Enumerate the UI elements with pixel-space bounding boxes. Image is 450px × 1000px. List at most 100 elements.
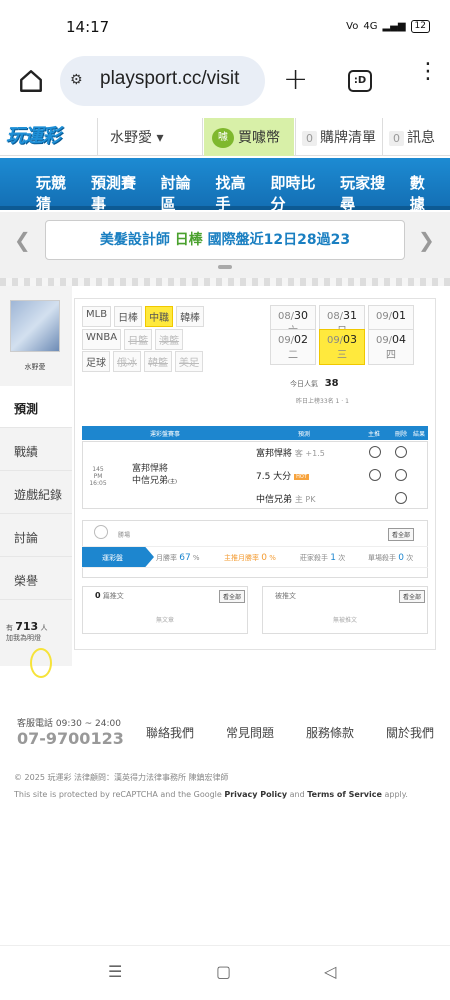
status-bar: 14:17 Vo 4G ▂▄▆ 12	[0, 0, 450, 52]
nav-item[interactable]: 數據	[410, 172, 439, 214]
user-dropdown[interactable]: 水野愛 ▾	[97, 118, 203, 156]
stat-label: 月勝率	[156, 554, 177, 562]
league-tag-active[interactable]: 中職	[145, 306, 174, 327]
empty-state: 無被推文	[332, 617, 357, 624]
recents-icon[interactable]: ☰	[108, 962, 122, 981]
privacy-link[interactable]: Privacy Policy	[224, 790, 287, 799]
nav-item[interactable]: 預測賽事	[91, 172, 150, 214]
date-day: 02	[294, 333, 309, 346]
nav-item[interactable]: 討論區	[161, 172, 205, 214]
home-button-icon[interactable]: ▢	[216, 962, 231, 981]
lightbulb-icon[interactable]	[30, 648, 52, 678]
cart-button[interactable]: 0 購牌清單	[295, 118, 381, 156]
stat-value: 67	[179, 553, 191, 563]
delete-radio[interactable]	[395, 446, 407, 458]
pick-spread: 主 PK	[294, 495, 316, 504]
banner-suffix: 國際盤近12日28過23	[207, 232, 351, 248]
stat-unit: %	[192, 554, 200, 562]
home-team: 富邦悍將	[132, 464, 169, 474]
promo-banner[interactable]: 美髮設計師 日棒 國際盤近12日28過23	[45, 220, 405, 260]
date-md: 09/	[375, 335, 393, 346]
recaptcha-notice: This site is protected by reCAPTCHA and …	[14, 790, 408, 799]
pick-team: 7.5 大分	[256, 472, 292, 482]
back-icon[interactable]: ◁	[324, 962, 336, 981]
view-all-button[interactable]: 看全部	[388, 528, 415, 541]
main-pick-radio[interactable]	[369, 469, 381, 481]
date-chip-active[interactable]: 09/03 三	[319, 329, 365, 365]
side-tab-record[interactable]: 戰績	[0, 429, 72, 471]
pick-option[interactable]: 中信兄弟 主 PK	[256, 492, 316, 505]
cart-label: 購牌清單	[320, 130, 376, 146]
apply-text: apply.	[384, 790, 408, 799]
volte-icon: Vo	[346, 21, 359, 32]
delete-radio[interactable]	[395, 492, 407, 504]
side-tab-predict[interactable]: 預測	[0, 386, 72, 428]
date-chip[interactable]: 09/02 二	[270, 329, 316, 365]
nav-item[interactable]: 找高手	[216, 172, 260, 214]
side-tab-discussion[interactable]: 討論	[0, 515, 72, 557]
tab-switcher-button[interactable]: :D	[348, 70, 372, 92]
nav-item[interactable]: 玩競猜	[36, 172, 80, 214]
side-tab-game-log[interactable]: 遊戲紀錄	[0, 472, 72, 514]
view-all-button[interactable]: 看全部	[219, 590, 246, 603]
popularity-value: 38	[324, 378, 339, 389]
address-bar[interactable]: ⚙ playsport.cc/visit	[60, 56, 265, 106]
battery-icon: 12	[410, 20, 430, 33]
banner-highlight: 日棒	[174, 232, 203, 248]
today-popularity: 今日人氣 38	[290, 378, 339, 389]
date-weekday: 四	[386, 350, 396, 361]
more-menu-icon[interactable]: ⋮	[417, 61, 439, 83]
footer-link-faq[interactable]: 常見問題	[226, 724, 274, 741]
popularity-label: 今日人氣	[290, 380, 318, 388]
nav-item[interactable]: 即時比分	[270, 172, 329, 214]
fans-unit: 人	[40, 624, 48, 632]
away-team: 中信兄弟	[132, 476, 169, 486]
league-tag-disabled: 澳籃	[155, 329, 184, 350]
posts-header: 0 篇推文	[95, 591, 124, 601]
new-tab-icon[interactable]: +	[283, 62, 308, 97]
game-time: PM 16:05	[89, 473, 107, 487]
avatar[interactable]	[10, 300, 60, 352]
pick-option[interactable]: 7.5 大分 HOT	[256, 469, 309, 482]
league-tag[interactable]: 韓棒	[176, 306, 205, 327]
chevron-right-icon[interactable]: ❯	[418, 228, 435, 252]
home-icon[interactable]	[18, 68, 44, 94]
site-settings-icon[interactable]: ⚙	[70, 72, 83, 88]
delete-radio[interactable]	[395, 469, 407, 481]
month-winrate: 月勝率 67 %	[156, 553, 200, 563]
coin-icon: 噱	[212, 128, 234, 148]
footer-link-contact[interactable]: 聯絡我們	[146, 724, 194, 741]
stat-value: 0	[398, 553, 404, 563]
date-chip[interactable]: 09/04 四	[368, 329, 414, 365]
posts-count: 0	[95, 591, 101, 600]
buy-coins-button[interactable]: 噱買噱幣	[204, 118, 294, 156]
footer-link-about[interactable]: 關於我們	[386, 724, 434, 741]
site-logo[interactable]: 玩運彩	[6, 121, 86, 151]
url-text[interactable]: playsport.cc/visit	[100, 68, 239, 90]
league-tag[interactable]: WNBA	[82, 329, 122, 350]
game-number: 145 PM 16:05	[86, 466, 110, 487]
chevron-left-icon[interactable]: ❮	[14, 228, 31, 252]
league-tag[interactable]: 日棒	[114, 306, 143, 327]
side-tab-honor[interactable]: 榮譽	[0, 558, 72, 600]
stat-label: 主推月勝率	[224, 554, 259, 562]
league-tag[interactable]: MLB	[82, 306, 112, 327]
footer-link-terms[interactable]: 服務條款	[306, 724, 354, 741]
carousel-dots[interactable]	[218, 265, 232, 269]
stat-unit: 次	[338, 554, 346, 562]
date-day: 03	[343, 333, 358, 346]
league-tag[interactable]: 足球	[82, 351, 110, 372]
terms-link[interactable]: Terms of Service	[307, 790, 382, 799]
main-pick-radio[interactable]	[369, 446, 381, 458]
nav-item[interactable]: 玩家搜尋	[340, 172, 399, 214]
date-day: 04	[392, 333, 407, 346]
date-md: 09/	[277, 335, 295, 346]
messages-button[interactable]: 0 訊息	[382, 118, 450, 156]
rank-history: 昨日上榜33名 1 · 1	[296, 398, 349, 405]
view-all-button[interactable]: 看全部	[399, 590, 426, 603]
support-phone[interactable]: 07-9700123	[17, 729, 124, 748]
target-icon	[94, 525, 108, 539]
col-header: 刪除	[395, 431, 408, 438]
pick-option[interactable]: 富邦悍將 客 +1.5	[256, 446, 325, 459]
stat-unit: 次	[406, 554, 414, 562]
